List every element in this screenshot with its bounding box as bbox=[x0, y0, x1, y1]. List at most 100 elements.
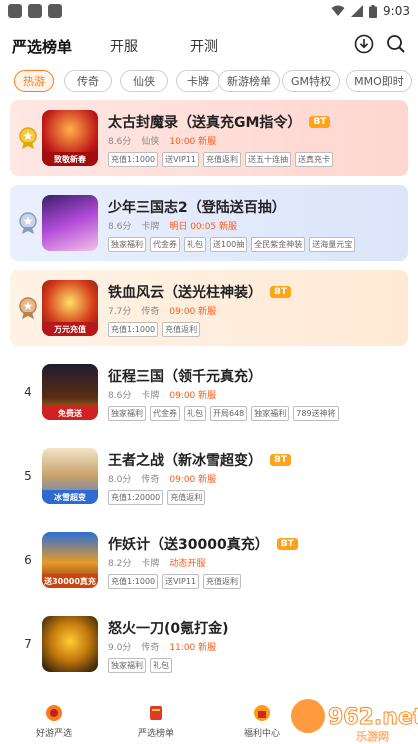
game-meta: 8.6分 卡牌 09:00 新服 bbox=[108, 391, 217, 401]
svg-text:962.net: 962.net bbox=[328, 705, 418, 730]
tag: 789送神将 bbox=[293, 406, 339, 421]
game-title: 少年三国志2（登陆送百抽） bbox=[108, 200, 286, 216]
list-item[interactable]: 致敬新春 太古封魔录（送真充GM指令） BT 8.6分 仙侠 10:00 新服 … bbox=[10, 100, 408, 176]
tag-list: 独家福利 代金券 礼包 送100抽 全民紫金神装 送海量元宝 bbox=[108, 237, 356, 252]
tag-list: 充值1:20000 充值返利 bbox=[108, 490, 206, 505]
app-notification-icon bbox=[8, 4, 22, 18]
wifi-icon bbox=[331, 5, 345, 16]
tag: 充值返利 bbox=[167, 490, 206, 505]
tag: 送五十连抽 bbox=[245, 152, 291, 167]
gift-icon bbox=[254, 705, 270, 721]
filter-chip-gm[interactable]: GM特权 bbox=[282, 70, 340, 92]
home-icon bbox=[46, 705, 62, 721]
tag: 全民紫金神装 bbox=[251, 237, 306, 252]
game-thumbnail: 冰雪超变 bbox=[42, 448, 98, 504]
app-notification-icon bbox=[48, 4, 62, 18]
filter-chip-mmo[interactable]: MMO即时 bbox=[346, 70, 412, 92]
nav-item-home[interactable]: 好游严选 bbox=[24, 704, 84, 739]
filter-chip-hot[interactable]: 热游 bbox=[14, 70, 54, 92]
game-meta: 8.6分 仙侠 10:00 新服 bbox=[108, 137, 217, 147]
tag: 送100抽 bbox=[210, 237, 248, 252]
download-icon[interactable] bbox=[354, 34, 374, 54]
game-title: 铁血风云（送光柱神装） bbox=[108, 285, 262, 301]
game-meta: 8.0分 传奇 09:00 新服 bbox=[108, 475, 217, 485]
game-thumbnail: 送30000真充 bbox=[42, 532, 98, 588]
tag: 独家福利 bbox=[108, 658, 146, 673]
game-thumbnail bbox=[42, 195, 98, 251]
tag-list: 独家福利 礼包 bbox=[108, 658, 172, 673]
battery-icon bbox=[369, 4, 378, 18]
filter-chip-card[interactable]: 卡牌 bbox=[176, 70, 220, 92]
tab-open-server[interactable]: 开服 bbox=[110, 36, 138, 56]
svg-text:乐游网: 乐游网 bbox=[356, 730, 389, 743]
game-title: 征程三国（领千元真充） bbox=[108, 369, 262, 385]
rank-number: 4 bbox=[24, 385, 32, 399]
filter-chips: 热游 传奇 仙侠 卡牌 新游榜单 GM特权 MMO即时 bbox=[10, 70, 418, 92]
tag: 独家福利 bbox=[108, 237, 146, 252]
tag: 礼包 bbox=[150, 658, 172, 673]
filter-chip-legend[interactable]: 传奇 bbox=[64, 70, 112, 92]
list-item[interactable]: 万元充值 铁血风云（送光柱神装） BT 7.7分 传奇 09:00 新服 充值1… bbox=[10, 270, 408, 346]
tag: 充值返利 bbox=[162, 322, 201, 337]
game-title: 怒火一刀(0氪打金) bbox=[108, 621, 229, 637]
bt-badge: BT bbox=[276, 538, 298, 550]
list-item[interactable]: 少年三国志2（登陆送百抽） 8.6分 卡牌 明日 00:05 新服 独家福利 代… bbox=[10, 185, 408, 261]
list-item[interactable]: 4 免费送 征程三国（领千元真充） 8.6分 卡牌 09:00 新服 独家福利 … bbox=[10, 354, 408, 430]
tag: 独家福利 bbox=[108, 406, 146, 421]
game-title: 王者之战（新冰雪超变） bbox=[108, 453, 262, 469]
gold-medal-icon bbox=[19, 127, 37, 149]
nav-item-welfare[interactable]: 福利中心 bbox=[232, 704, 292, 739]
game-thumbnail: 致敬新春 bbox=[42, 110, 98, 166]
list-item[interactable]: 6 送30000真充 作妖计（送30000真充） BT 8.2分 卡牌 动态开服… bbox=[10, 522, 408, 598]
search-icon[interactable] bbox=[386, 34, 406, 54]
game-title: 太古封魔录（送真充GM指令） bbox=[108, 115, 302, 131]
tag: 充值1:1000 bbox=[108, 574, 159, 589]
rank-number: 6 bbox=[24, 553, 32, 567]
tag: 送真充卡 bbox=[295, 152, 333, 167]
filter-chip-new-games[interactable]: 新游榜单 bbox=[218, 70, 280, 92]
tag: 代金券 bbox=[150, 237, 180, 252]
bt-badge: BT bbox=[270, 454, 291, 466]
game-meta: 9.0分 传奇 11:00 新服 bbox=[108, 643, 217, 653]
rank-number: 7 bbox=[24, 637, 32, 651]
bronze-medal-icon bbox=[19, 297, 37, 319]
tag: 充值1:20000 bbox=[108, 490, 164, 505]
tag: 充值1:1000 bbox=[108, 152, 159, 167]
silver-medal-icon bbox=[19, 212, 37, 234]
tag: 独家福利 bbox=[251, 406, 290, 421]
bt-badge: BT bbox=[309, 116, 331, 128]
tag-list: 充值1:1000 送VIP11 充值返利 bbox=[108, 574, 241, 589]
list-item[interactable]: 5 冰雪超变 王者之战（新冰雪超变） BT 8.0分 传奇 09:00 新服 充… bbox=[10, 438, 408, 514]
game-meta: 7.7分 传奇 09:00 新服 bbox=[108, 307, 217, 317]
tag-list: 独家福利 代金券 礼包 开局648 独家福利 789送神将 bbox=[108, 406, 339, 421]
bt-badge: BT bbox=[270, 286, 291, 298]
tag-list: 充值1:1000 送VIP11 充值返利 送五十连抽 送真充卡 bbox=[108, 152, 333, 167]
ranking-icon bbox=[150, 706, 162, 720]
tag: 充值返利 bbox=[203, 574, 241, 589]
game-thumbnail bbox=[42, 616, 98, 672]
tag: 充值返利 bbox=[203, 152, 241, 167]
tab-ranking[interactable]: 严选榜单 bbox=[12, 36, 72, 57]
tag: 送VIP11 bbox=[162, 152, 199, 167]
tag-list: 充值1:1000 充值返利 bbox=[108, 322, 201, 337]
list-item[interactable]: 7 怒火一刀(0氪打金) 9.0分 传奇 11:00 新服 独家福利 礼包 bbox=[10, 606, 408, 682]
tag: 充值1:1000 bbox=[108, 322, 159, 337]
tag: 代金券 bbox=[150, 406, 180, 421]
tab-open-test[interactable]: 开测 bbox=[190, 36, 218, 56]
tag: 礼包 bbox=[184, 406, 206, 421]
game-meta: 8.2分 卡牌 动态开服 bbox=[108, 559, 206, 569]
top-tab-bar: 严选榜单 开服 开测 bbox=[0, 28, 418, 62]
nav-item-ranking[interactable]: 严选榜单 bbox=[126, 704, 186, 739]
watermark-logo: 962.net 乐游网 bbox=[291, 699, 418, 743]
tag: 开局648 bbox=[210, 406, 248, 421]
game-thumbnail: 免费送 bbox=[42, 364, 98, 420]
tag: 送VIP11 bbox=[162, 574, 199, 589]
game-meta: 8.6分 卡牌 明日 00:05 新服 bbox=[108, 222, 238, 232]
game-thumbnail: 万元充值 bbox=[42, 280, 98, 336]
tag: 礼包 bbox=[184, 237, 206, 252]
clock: 9:03 bbox=[383, 4, 410, 18]
filter-chip-xianxia[interactable]: 仙侠 bbox=[120, 70, 168, 92]
rank-number: 5 bbox=[24, 469, 32, 483]
tag: 送海量元宝 bbox=[309, 237, 356, 252]
game-title: 作妖计（送30000真充） bbox=[108, 537, 269, 553]
